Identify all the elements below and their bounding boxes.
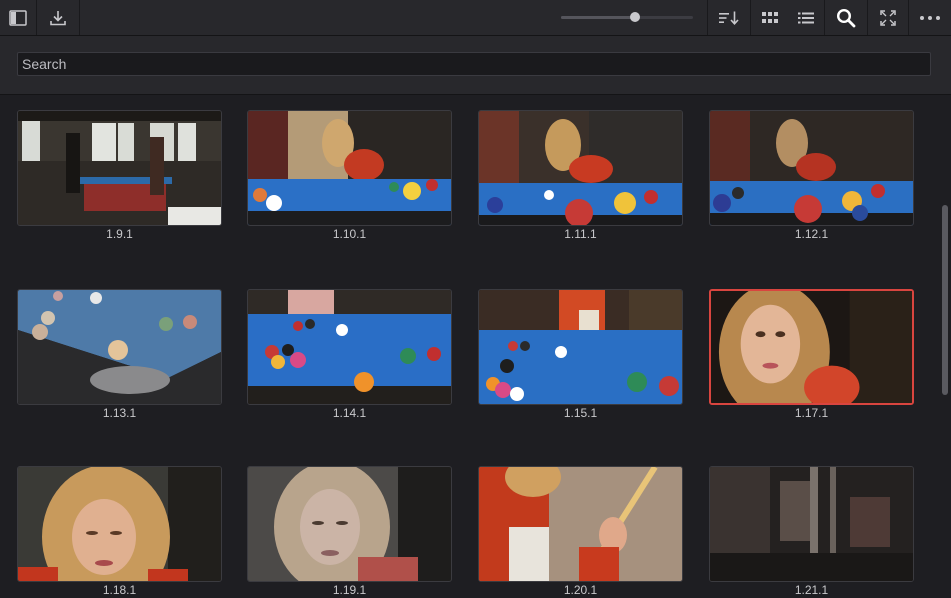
clip-label: 1.15.1 <box>563 406 598 420</box>
clip-thumbnail[interactable] <box>17 289 222 405</box>
sidebar-toggle-button[interactable] <box>0 0 37 35</box>
clip-label: 1.11.1 <box>564 227 597 241</box>
clip-label: 1.12.1 <box>794 227 829 241</box>
list-view-button[interactable] <box>788 0 825 35</box>
clip-label: 1.20.1 <box>563 583 598 597</box>
clip-thumbnail[interactable] <box>709 289 914 405</box>
clip-label: 1.19.1 <box>332 583 367 597</box>
clip-thumbnail[interactable] <box>247 110 452 226</box>
clip-thumbnail[interactable] <box>478 289 683 405</box>
clip-label: 1.21.1 <box>794 583 829 597</box>
clip-thumbnail[interactable] <box>247 289 452 405</box>
zoom-slider[interactable] <box>561 12 693 22</box>
clip-label: 1.10.1 <box>332 227 367 241</box>
grid-view-button[interactable] <box>750 0 789 35</box>
sidebar-toggle-icon <box>9 9 27 26</box>
clip-thumbnail[interactable] <box>709 466 914 582</box>
fullscreen-icon <box>880 9 896 26</box>
fullscreen-button[interactable] <box>868 0 909 35</box>
more-options-icon <box>920 15 940 20</box>
vertical-scrollbar[interactable] <box>939 95 951 598</box>
clip-thumbnail[interactable] <box>247 466 452 582</box>
search-input[interactable] <box>17 52 931 76</box>
zoom-slider-fill <box>561 16 635 19</box>
clip-thumbnail[interactable] <box>478 110 683 226</box>
import-button[interactable] <box>37 0 80 35</box>
sort-icon <box>719 11 739 25</box>
clip-thumbnail[interactable] <box>17 466 222 582</box>
list-view-icon <box>798 12 814 23</box>
search-bar <box>0 36 951 95</box>
search-icon <box>836 8 856 27</box>
scrollbar-thumb[interactable] <box>942 205 948 395</box>
grid-view-icon <box>762 11 778 23</box>
search-button[interactable] <box>825 0 868 35</box>
clip-label: 1.9.1 <box>106 227 133 241</box>
zoom-slider-thumb[interactable] <box>629 12 640 22</box>
clip-thumbnail[interactable] <box>709 110 914 226</box>
more-options-button[interactable] <box>909 0 951 35</box>
import-icon <box>50 10 66 25</box>
clip-thumbnail[interactable] <box>17 110 222 226</box>
clip-label: 1.18.1 <box>102 583 137 597</box>
clip-thumbnail[interactable] <box>478 466 683 582</box>
clip-label: 1.14.1 <box>332 406 367 420</box>
sort-button[interactable] <box>707 0 750 35</box>
clip-label: 1.17.1 <box>794 406 829 420</box>
clip-label: 1.13.1 <box>102 406 137 420</box>
clip-grid: 1.9.1 1.10.1 1.11.1 1.12.1 1.13.1 1.14.1… <box>0 95 930 598</box>
toolbar <box>0 0 951 36</box>
